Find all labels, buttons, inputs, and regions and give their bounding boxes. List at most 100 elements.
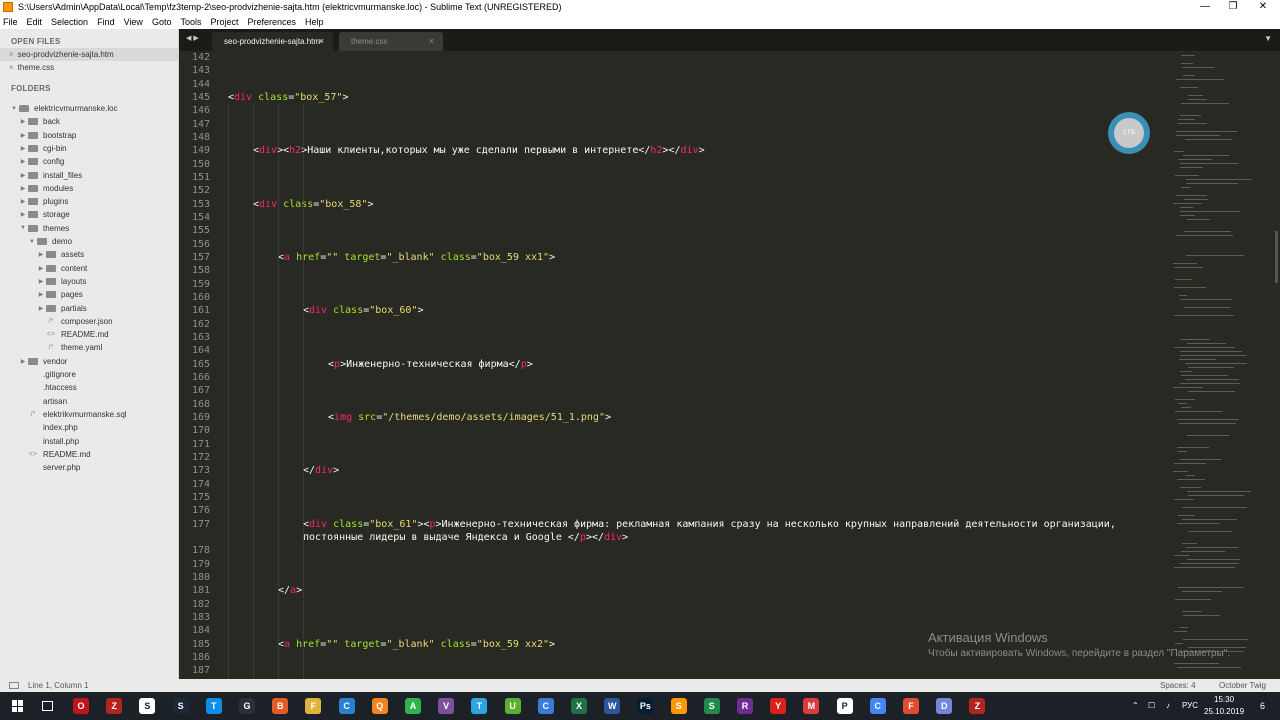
tree-folder[interactable]: ▼ demo <box>0 235 179 248</box>
tree-folder[interactable]: ▶ install_files <box>0 169 179 182</box>
discord-icon[interactable]: D <box>936 698 953 714</box>
indentation-setting[interactable]: Spaces: 4 <box>1160 681 1196 690</box>
tree-folder[interactable]: ▼ themes <box>0 222 179 235</box>
s-app-icon[interactable]: S <box>703 698 720 714</box>
close-button[interactable]: ✕ <box>1248 0 1278 14</box>
tree-folder[interactable]: ▶ storage <box>0 208 179 221</box>
search-icon[interactable]: Q <box>371 698 388 714</box>
input-language[interactable]: РУС <box>1182 701 1198 710</box>
tree-folder[interactable]: ▶ plugins <box>0 195 179 208</box>
folder-icon[interactable]: F <box>305 698 322 714</box>
menu-project[interactable]: Project <box>210 17 238 27</box>
close-icon[interactable]: × <box>9 50 14 59</box>
open-file-item[interactable]: × seo-prodvizhenie-sajta.htm <box>0 48 178 61</box>
chevron-right-icon[interactable]: ▶ <box>36 305 46 312</box>
sublime-icon[interactable]: S <box>670 698 687 714</box>
clock-app-icon[interactable]: C <box>537 698 554 714</box>
chevron-down-icon[interactable]: ▼ <box>9 106 19 112</box>
chrome-icon[interactable]: C <box>869 698 886 714</box>
volume-icon[interactable]: ♪ <box>1166 701 1170 710</box>
chevron-right-icon[interactable]: ▶ <box>36 265 46 272</box>
tab-close-icon[interactable]: × <box>319 32 324 51</box>
utorrent-icon[interactable]: U <box>504 698 521 714</box>
filezilla-icon[interactable]: Z <box>106 698 123 714</box>
tree-folder[interactable]: ▶ partials <box>0 302 179 315</box>
menu-file[interactable]: File <box>3 17 18 27</box>
code-view[interactable]: 142 143 144 145 <div class="box_57"> 146 147 14… <box>179 51 1169 679</box>
tree-file[interactable]: /* composer.json <box>0 315 179 328</box>
tree-folder[interactable]: ▶ content <box>0 262 179 275</box>
minimize-button[interactable]: — <box>1190 0 1220 14</box>
panel-toggle-icon[interactable] <box>9 682 19 689</box>
tab-theme-css[interactable]: theme.css × <box>339 32 443 51</box>
menu-selection[interactable]: Selection <box>51 17 88 27</box>
minimap[interactable] <box>1169 51 1280 679</box>
viber-icon[interactable]: V <box>438 698 455 714</box>
teamviewer-icon[interactable]: T <box>205 698 222 714</box>
menu-edit[interactable]: Edit <box>27 17 43 27</box>
menu-help[interactable]: Help <box>305 17 324 27</box>
vertical-scrollbar[interactable] <box>1275 231 1278 283</box>
tree-folder[interactable]: ▶ bootstrap <box>0 129 179 142</box>
clock-date[interactable]: 25.10.2019 <box>1204 707 1244 716</box>
winrar-icon[interactable]: R <box>737 698 753 714</box>
media-icon[interactable]: M <box>803 698 820 714</box>
opera-icon[interactable]: O <box>73 698 89 714</box>
photoshop-icon[interactable]: Ps <box>637 698 654 714</box>
task-view-icon[interactable] <box>42 701 53 711</box>
tree-file[interactable]: <> README.md <box>0 448 179 461</box>
chromium-icon[interactable]: C <box>338 698 355 714</box>
menu-tools[interactable]: Tools <box>180 17 201 27</box>
tree-folder[interactable]: ▶ vendor <box>0 355 179 368</box>
tree-folder[interactable]: ▼ elektricvmurmanske.loc <box>0 102 179 115</box>
tree-file[interactable]: .htaccess <box>0 381 179 394</box>
start-windows-icon[interactable] <box>12 700 24 712</box>
tree-folder[interactable]: ▶ cgi-bin <box>0 142 179 155</box>
syntax-setting[interactable]: October Twig <box>1219 681 1266 690</box>
chevron-right-icon[interactable]: ▶ <box>18 158 28 165</box>
menu-find[interactable]: Find <box>97 17 115 27</box>
tree-folder[interactable]: ▶ pages <box>0 288 179 301</box>
tree-file[interactable]: install.php <box>0 435 179 448</box>
chevron-right-icon[interactable]: ▶ <box>18 132 28 139</box>
chevron-right-icon[interactable]: ▶ <box>36 291 46 298</box>
tree-folder[interactable]: ▶ modules <box>0 182 179 195</box>
tree-file[interactable]: artisan <box>0 395 179 408</box>
chevron-right-icon[interactable]: ▶ <box>18 145 28 152</box>
chevron-right-icon[interactable]: ▶ <box>18 118 28 125</box>
memory-widget[interactable]: 2 ГБ <box>1108 112 1150 154</box>
yandex-icon[interactable]: Y <box>770 698 787 714</box>
browser-icon[interactable]: B <box>272 698 289 714</box>
search-app-icon[interactable]: S <box>139 698 156 714</box>
tree-folder[interactable]: ▶ layouts <box>0 275 179 288</box>
menu-preferences[interactable]: Preferences <box>247 17 296 27</box>
tree-file[interactable]: /* theme.yaml <box>0 341 179 354</box>
app-green-icon[interactable]: A <box>405 698 421 714</box>
open-file-item[interactable]: × theme.css <box>0 61 178 74</box>
show-hidden-icons[interactable]: ⌃ <box>1132 701 1139 710</box>
gamepad-icon[interactable]: G <box>239 698 255 714</box>
word-icon[interactable]: W <box>604 698 621 714</box>
network-icon[interactable]: ☐ <box>1148 701 1155 710</box>
tree-folder[interactable]: ▶ assets <box>0 248 179 261</box>
chevron-right-icon[interactable]: ▶ <box>18 172 28 179</box>
chevron-right-icon[interactable]: ▶ <box>18 185 28 192</box>
menu-goto[interactable]: Goto <box>152 17 172 27</box>
tree-file[interactable]: .gitignore <box>0 368 179 381</box>
excel-icon[interactable]: X <box>571 698 587 714</box>
ftp-icon[interactable]: F <box>903 698 919 714</box>
chevron-right-icon[interactable]: ▶ <box>18 211 28 218</box>
chevron-right-icon[interactable]: ▶ <box>36 251 46 258</box>
chevron-down-icon[interactable]: ▼ <box>27 239 37 245</box>
tree-file[interactable]: /* elektrikvmurmanske.sql <box>0 408 179 421</box>
maximize-button[interactable]: ❐ <box>1218 0 1248 14</box>
menu-view[interactable]: View <box>124 17 143 27</box>
notification-count[interactable]: 6 <box>1260 701 1265 711</box>
chevron-right-icon[interactable]: ▶ <box>18 358 28 365</box>
tab-close-icon[interactable]: × <box>429 32 434 51</box>
chevron-right-icon[interactable]: ▶ <box>36 278 46 285</box>
tree-file[interactable]: server.php <box>0 461 179 474</box>
paw-icon[interactable]: P <box>836 698 853 714</box>
telegram-icon[interactable]: T <box>471 698 488 714</box>
tree-folder[interactable]: ▶ config <box>0 155 179 168</box>
